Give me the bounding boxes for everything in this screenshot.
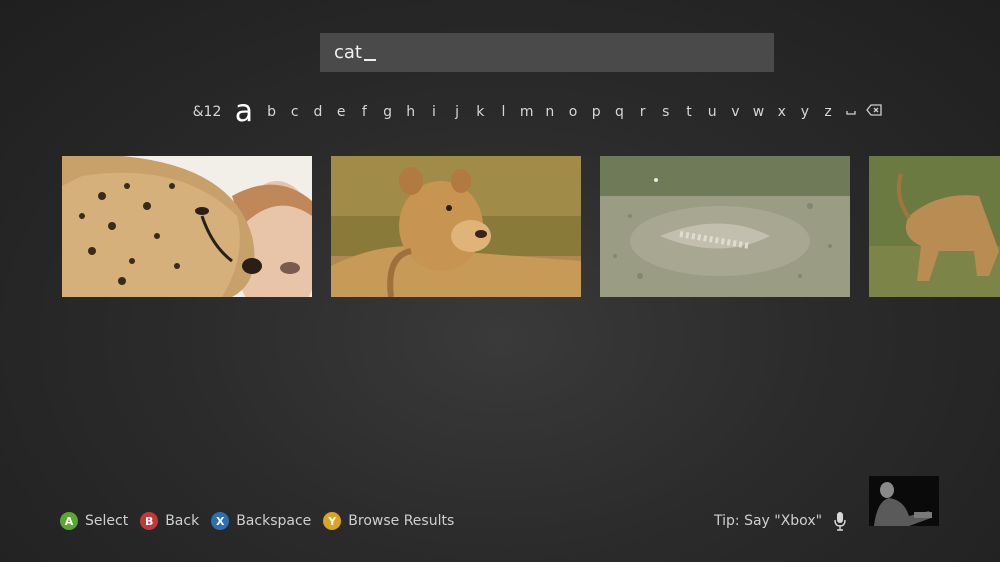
key-g[interactable]: g [376,94,399,130]
space-icon [846,111,856,115]
fish-on-sand-image [600,156,850,297]
hint-browse-results[interactable]: Y Browse Results [323,512,454,530]
key-o[interactable]: o [561,94,584,130]
key-p[interactable]: p [585,94,608,130]
key-d[interactable]: d [306,94,329,130]
hint-select-label: Select [85,513,129,529]
controller-hints: A Select B Back X Backspace Y Browse Res… [60,510,466,532]
voice-tip: Tip: Say "Xbox" [714,510,846,532]
key-i[interactable]: i [422,94,445,130]
key-x[interactable]: x [770,94,793,130]
result-thumbnail-cheetah[interactable] [62,156,312,297]
key-a-selected[interactable]: a [228,94,260,130]
lioness-image [331,156,581,297]
on-screen-keyboard: &12 a b c d e f g h i j k l m n o p q r … [186,94,886,130]
hint-back-label: Back [165,513,200,529]
camera-feed-image [869,476,939,526]
hint-select[interactable]: A Select [60,512,128,530]
y-button-icon: Y [323,512,342,530]
kinect-camera-feed [869,476,939,526]
key-n[interactable]: n [538,94,561,130]
backspace-icon [866,104,883,116]
key-b[interactable]: b [260,94,283,130]
search-input[interactable]: cat [320,33,774,72]
space-key[interactable] [840,94,863,130]
hint-back[interactable]: B Back [140,512,199,530]
a-button-icon: A [60,512,78,530]
x-button-icon: X [211,512,230,530]
microphone-icon [834,512,846,531]
key-f[interactable]: f [353,94,376,130]
hint-backspace-label: Backspace [236,513,312,529]
key-z[interactable]: z [817,94,840,130]
result-thumbnail-lion[interactable] [869,156,1000,297]
key-y[interactable]: y [793,94,816,130]
key-j[interactable]: j [446,94,469,130]
b-button-icon: B [140,512,159,530]
key-k[interactable]: k [469,94,492,130]
key-q[interactable]: q [608,94,631,130]
key-symbols[interactable]: &12 [186,94,228,130]
lion-walking-image [869,156,1000,297]
key-m[interactable]: m [515,94,538,130]
search-results-row [62,156,1000,297]
backspace-key[interactable] [863,94,886,130]
result-thumbnail-lioness[interactable] [331,156,581,297]
key-w[interactable]: w [747,94,770,130]
key-c[interactable]: c [283,94,306,130]
key-l[interactable]: l [492,94,515,130]
hint-browse-results-label: Browse Results [348,513,455,529]
voice-tip-text: Tip: Say "Xbox" [714,513,823,529]
key-r[interactable]: r [631,94,654,130]
text-caret [363,58,376,61]
key-h[interactable]: h [399,94,422,130]
key-u[interactable]: u [701,94,724,130]
key-e[interactable]: e [330,94,353,130]
key-v[interactable]: v [724,94,747,130]
key-t[interactable]: t [677,94,700,130]
hint-backspace[interactable]: X Backspace [211,512,311,530]
key-s[interactable]: s [654,94,677,130]
result-thumbnail-fish[interactable] [600,156,850,297]
search-query: cat [334,42,362,63]
cheetah-image [62,156,312,297]
